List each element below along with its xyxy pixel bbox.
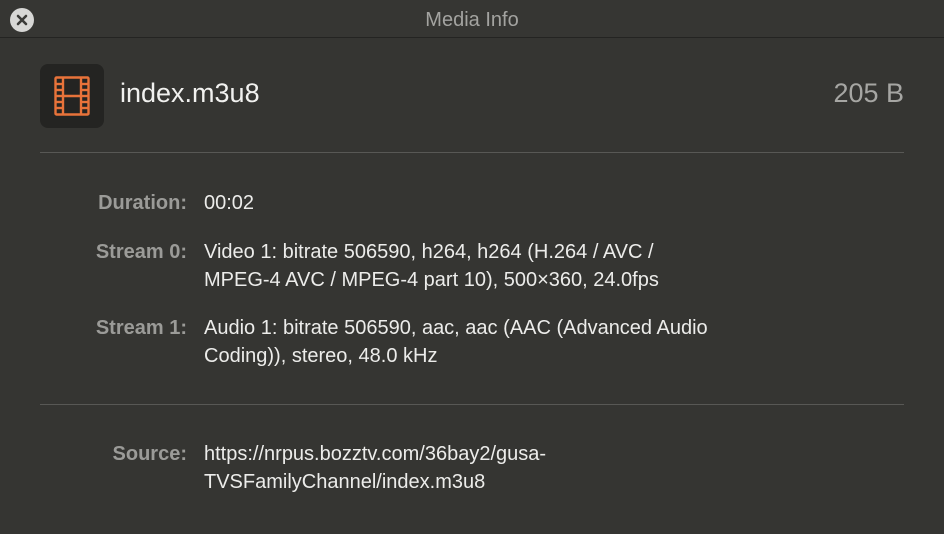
stream-1-label: Stream 1: <box>95 317 187 339</box>
film-strip-icon <box>40 64 104 128</box>
stream-0-label: Stream 0: <box>95 241 187 263</box>
source-value[interactable]: https://nrpus.bozztv.com/36bay2/gusa- TV… <box>204 440 904 496</box>
window-title: Media Info <box>425 9 519 31</box>
media-info-window: Media Info index.m3u8 205 B Duration: 00… <box>0 0 944 534</box>
stream-1-value: Audio 1: bitrate 506590, aac, aac (AAC (… <box>204 317 708 367</box>
duration-label: Duration: <box>98 192 187 214</box>
stream-0-value: Video 1: bitrate 506590, h264, h264 (H.2… <box>204 241 659 291</box>
source-label: Source: <box>112 443 187 465</box>
divider-top <box>40 152 904 153</box>
file-name: index.m3u8 <box>120 78 260 108</box>
file-size: 205 B <box>833 78 904 108</box>
divider-bottom <box>40 404 904 405</box>
title-bar: Media Info <box>0 0 944 38</box>
duration-value: 00:02 <box>204 192 255 214</box>
